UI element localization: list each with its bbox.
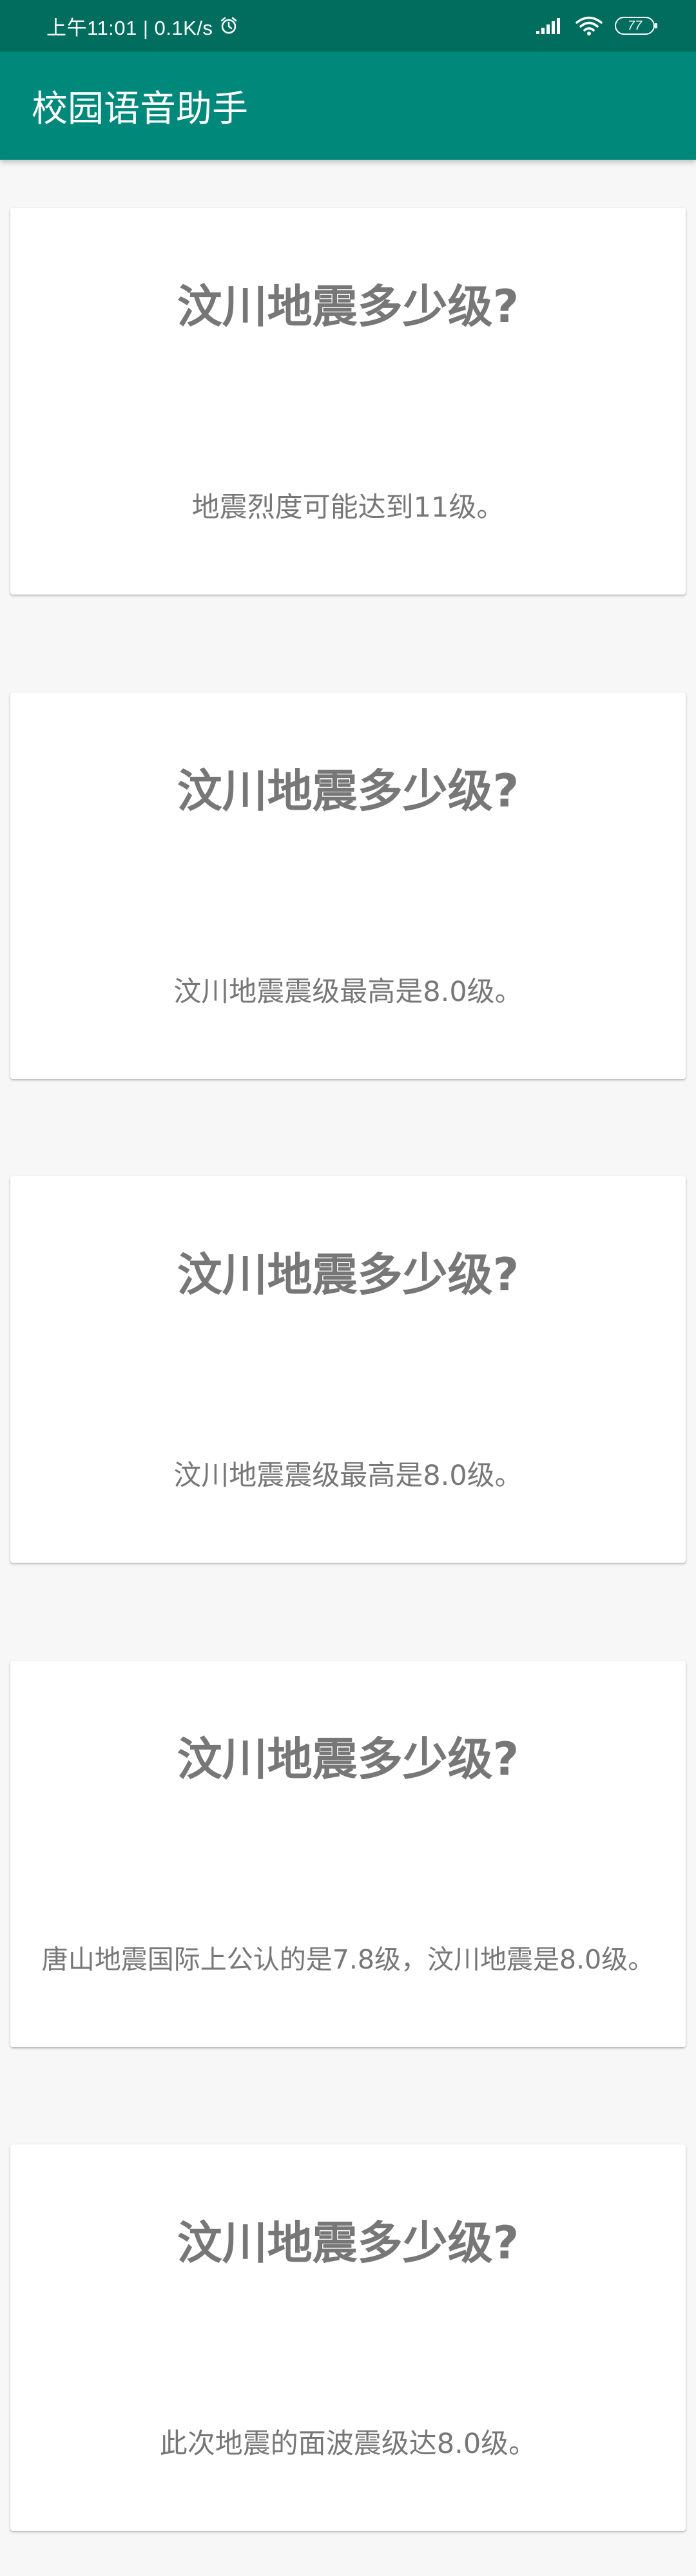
qa-card[interactable]: 汶川地震多少级? 唐山地震国际上公认的是7.8级，汶川地震是8.0级。 xyxy=(10,1661,686,2047)
app-bar: 校园语音助手 xyxy=(0,52,696,160)
qa-card[interactable]: 汶川地震多少级? 汶川地震震级最高是8.0级。 xyxy=(10,692,686,1079)
card-question: 汶川地震多少级? xyxy=(177,2217,519,2269)
card-question: 汶川地震多少级? xyxy=(177,280,519,333)
card-question: 汶川地震多少级? xyxy=(177,1248,519,1301)
card-answer: 汶川地震震级最高是8.0级。 xyxy=(173,976,523,1008)
card-question: 汶川地震多少级? xyxy=(177,1733,519,1786)
card-answer: 唐山地震国际上公认的是7.8级，汶川地震是8.0级。 xyxy=(41,1944,655,1975)
card-question: 汶川地震多少级? xyxy=(177,765,519,817)
card-list: 汶川地震多少级? 地震烈度可能达到11级。 汶川地震多少级? 汶川地震震级最高是… xyxy=(0,0,696,2576)
qa-card[interactable]: 汶川地震多少级? 汶川地震震级最高是8.0级。 xyxy=(10,1176,686,1563)
qa-card[interactable]: 汶川地震多少级? 此次地震的面波震级达8.0级。 xyxy=(10,2144,686,2531)
qa-card[interactable]: 汶川地震多少级? 地震烈度可能达到11级。 xyxy=(10,208,686,595)
card-answer: 此次地震的面波震级达8.0级。 xyxy=(159,2428,537,2460)
card-answer: 地震烈度可能达到11级。 xyxy=(191,491,505,524)
app-title: 校园语音助手 xyxy=(32,88,248,130)
card-answer: 汶川地震震级最高是8.0级。 xyxy=(173,1460,523,1492)
